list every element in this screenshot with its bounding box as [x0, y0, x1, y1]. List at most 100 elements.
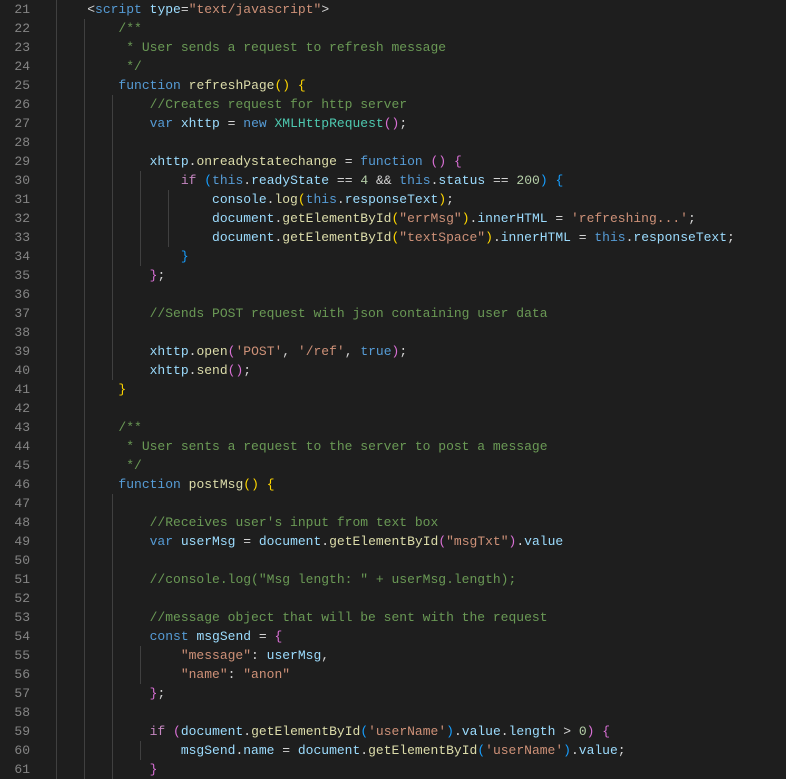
token-punct: . [337, 192, 345, 207]
code-line[interactable] [56, 323, 786, 342]
code-line[interactable]: */ [56, 57, 786, 76]
line-number: 29 [6, 152, 30, 171]
indent-guide [84, 608, 85, 627]
line-number: 38 [6, 323, 30, 342]
code-line[interactable]: xhttp.open('POST', '/ref', true); [56, 342, 786, 361]
code-line[interactable]: } [56, 760, 786, 779]
code-line[interactable] [56, 399, 786, 418]
indent-guide [112, 627, 113, 646]
code-line[interactable]: var userMsg = document.getElementById("m… [56, 532, 786, 551]
code-line[interactable]: <script type="text/javascript"> [56, 0, 786, 19]
code-line[interactable]: //Receives user's input from text box [56, 513, 786, 532]
token-punct: > [321, 2, 329, 17]
indent-guide [56, 0, 57, 19]
code-line[interactable]: console.log(this.responseText); [56, 190, 786, 209]
token-bracket2: ( [438, 534, 446, 549]
code-line[interactable]: const msgSend = { [56, 627, 786, 646]
indent-guide [112, 190, 113, 209]
token-string: "anon" [243, 667, 290, 682]
token-punct: ; [157, 268, 165, 283]
code-line[interactable]: document.getElementById("errMsg").innerH… [56, 209, 786, 228]
code-line[interactable] [56, 133, 786, 152]
code-line[interactable]: */ [56, 456, 786, 475]
line-number: 22 [6, 19, 30, 38]
code-line[interactable]: "name": "anon" [56, 665, 786, 684]
indent-guide [56, 532, 57, 551]
code-line[interactable]: /** [56, 19, 786, 38]
indent-guide [56, 437, 57, 456]
indent-guide [56, 589, 57, 608]
code-line[interactable]: if (document.getElementById('userName').… [56, 722, 786, 741]
indent-guide [84, 57, 85, 76]
code-line[interactable]: xhttp.send(); [56, 361, 786, 380]
code-line[interactable]: //console.log("Msg length: " + userMsg.l… [56, 570, 786, 589]
code-line[interactable]: //Sends POST request with json containin… [56, 304, 786, 323]
indent-guide [84, 380, 85, 399]
token-kw2: if [150, 724, 166, 739]
code-area[interactable]: <script type="text/javascript"> /** * Us… [40, 0, 786, 779]
line-number: 24 [6, 57, 30, 76]
indent-guide [56, 342, 57, 361]
indent-guide [84, 285, 85, 304]
code-line[interactable]: function refreshPage() { [56, 76, 786, 95]
token-op: == [485, 173, 516, 188]
code-line[interactable]: } [56, 247, 786, 266]
token-bracket2: { [274, 629, 282, 644]
code-line[interactable]: } [56, 380, 786, 399]
token-num: 4 [360, 173, 368, 188]
token-punct: . [360, 743, 368, 758]
code-line[interactable]: }; [56, 266, 786, 285]
code-line[interactable] [56, 589, 786, 608]
indent-guide [112, 114, 113, 133]
token-var: xhttp [181, 116, 220, 131]
indent-guide [112, 133, 113, 152]
code-line[interactable] [56, 494, 786, 513]
token-punct: . [321, 534, 329, 549]
indent-guide [112, 608, 113, 627]
code-line[interactable]: function postMsg() { [56, 475, 786, 494]
indent-guide [84, 171, 85, 190]
code-line[interactable] [56, 703, 786, 722]
token-var: xhttp [150, 344, 189, 359]
indent-guide [112, 722, 113, 741]
code-line[interactable]: //message object that will be sent with … [56, 608, 786, 627]
token-bracket3: ( [360, 724, 368, 739]
code-line[interactable]: * User sends a request to refresh messag… [56, 38, 786, 57]
code-line[interactable]: if (this.readyState == 4 && this.status … [56, 171, 786, 190]
code-line[interactable]: msgSend.name = document.getElementById('… [56, 741, 786, 760]
token-var: responseText [345, 192, 439, 207]
code-line[interactable]: }; [56, 684, 786, 703]
indent-guide [112, 570, 113, 589]
indent-guide [112, 95, 113, 114]
indent-guide [56, 608, 57, 627]
line-number-gutter: 2122232425262728293031323334353637383940… [0, 0, 40, 779]
code-line[interactable]: * User sents a request to the server to … [56, 437, 786, 456]
token-comment: */ [118, 59, 141, 74]
code-line[interactable]: xhttp.onreadystatechange = function () { [56, 152, 786, 171]
token-bracket3: ) [540, 173, 548, 188]
line-number: 55 [6, 646, 30, 665]
indent-guide [84, 95, 85, 114]
token-punct: : [228, 667, 244, 682]
code-line[interactable]: /** [56, 418, 786, 437]
code-line[interactable] [56, 551, 786, 570]
indent-guide [84, 209, 85, 228]
indent-guide [84, 133, 85, 152]
code-line[interactable]: "message": userMsg, [56, 646, 786, 665]
token-bracket1: ) [438, 192, 446, 207]
code-line[interactable] [56, 285, 786, 304]
code-line[interactable]: document.getElementById("textSpace").inn… [56, 228, 786, 247]
code-editor[interactable]: 2122232425262728293031323334353637383940… [0, 0, 786, 779]
indent-guide [56, 133, 57, 152]
token-comment: //message object that will be sent with … [150, 610, 548, 625]
indent-guide [84, 760, 85, 779]
token-comment: //Creates request for http server [150, 97, 407, 112]
token-comment: */ [118, 458, 141, 473]
token-op [446, 154, 454, 169]
indent-guide [56, 38, 57, 57]
code-line[interactable]: var xhttp = new XMLHttpRequest(); [56, 114, 786, 133]
indent-guide [140, 646, 141, 665]
indent-guide [56, 684, 57, 703]
code-line[interactable]: //Creates request for http server [56, 95, 786, 114]
token-num: 0 [579, 724, 587, 739]
